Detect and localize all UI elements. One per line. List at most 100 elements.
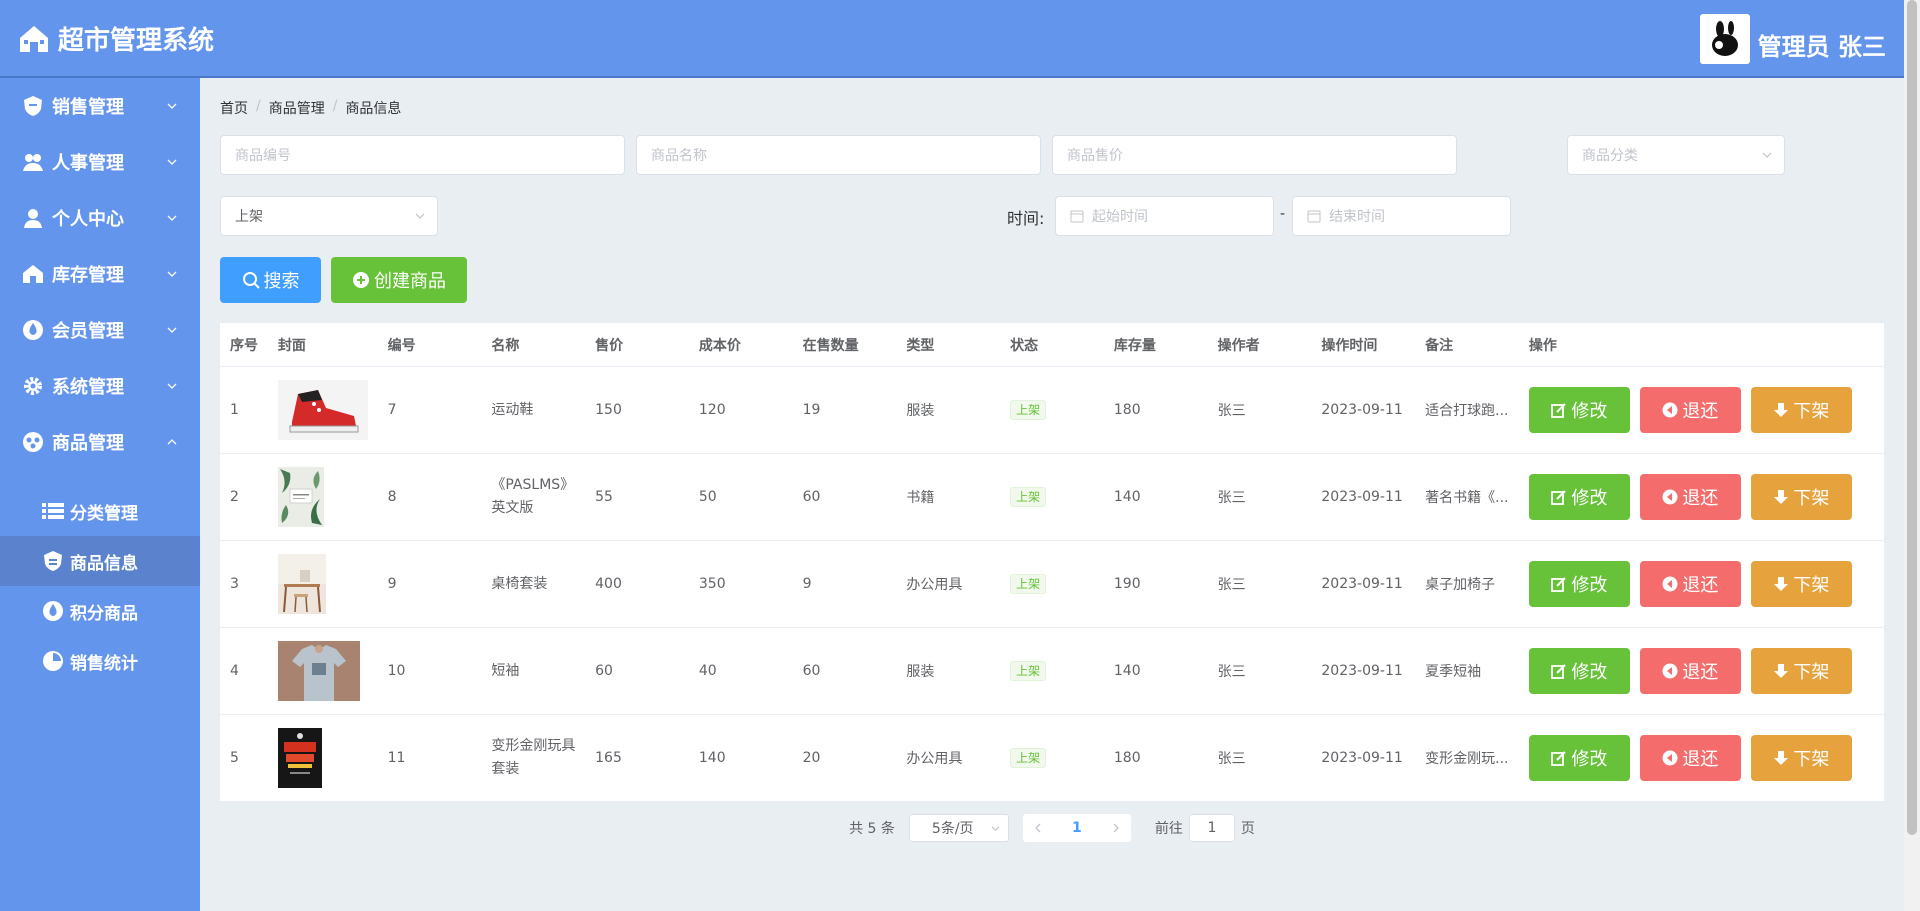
cell-status: 上架 [1000, 661, 1104, 681]
calendar-icon [1307, 210, 1321, 223]
start-time-picker[interactable]: 起始时间 [1055, 196, 1274, 236]
time-label: 时间: [1007, 209, 1045, 228]
submenu-item-points-goods[interactable]: 积分商品 [0, 586, 200, 636]
cell-index: 2 [230, 489, 239, 505]
next-page-button[interactable] [1101, 814, 1131, 842]
cell-index: 5 [230, 750, 239, 766]
date-range-dash: - [1280, 206, 1286, 222]
cell-operator: 张三 [1217, 751, 1246, 767]
cell-note: 适合打球跑... [1415, 400, 1519, 420]
calendar-icon [1070, 210, 1084, 223]
edit-button[interactable]: 修改 [1528, 387, 1630, 433]
goods-name-input[interactable]: 商品名称 [636, 135, 1041, 175]
sidebar-item-goods[interactable]: 商品管理 [0, 414, 200, 470]
cell-type: 办公用具 [906, 577, 963, 593]
status-badge: 上架 [1010, 574, 1047, 594]
col-header: 状态 [1010, 337, 1039, 354]
sidebar-item-members[interactable]: 会员管理 [0, 302, 200, 358]
cell-cover [268, 554, 378, 614]
off-shelf-button[interactable]: 下架 [1750, 474, 1852, 520]
avatar-icon [1711, 21, 1738, 56]
return-button[interactable]: 退还 [1639, 735, 1741, 781]
edit-button[interactable]: 修改 [1528, 474, 1630, 520]
submenu-item-sales-stats[interactable]: 销售统计 [0, 636, 200, 686]
return-button[interactable]: 退还 [1639, 648, 1741, 694]
goto-page-input[interactable]: 1 [1188, 814, 1235, 842]
pagination: 共 5 条 5条/页 1 前往 1 页 [220, 814, 1884, 842]
create-goods-button-label: 创建商品 [374, 271, 446, 292]
col-header: 编号 [387, 337, 416, 354]
return-button-label: 退还 [1682, 401, 1719, 422]
cell-cost: 120 [698, 402, 726, 418]
breadcrumb-home[interactable]: 首页 [220, 98, 248, 118]
chevron-up-icon [167, 439, 177, 445]
col-header: 类型 [906, 337, 935, 354]
row-actions: 修改 退还 下架 [1528, 474, 1884, 520]
cell-time: 2023-09-11 [1321, 489, 1403, 505]
prev-page-button[interactable] [1023, 814, 1053, 842]
page-size-value: 5条/页 [931, 821, 974, 837]
col-header: 成本价 [698, 337, 741, 354]
edit-button-label: 修改 [1571, 749, 1608, 770]
page-size-select[interactable]: 5条/页 [908, 814, 1009, 842]
return-button[interactable]: 退还 [1639, 561, 1741, 607]
status-select[interactable]: 上架 [220, 196, 438, 236]
col-header: 操作者 [1217, 337, 1260, 354]
shield-icon [20, 93, 46, 119]
edit-button-label: 修改 [1571, 401, 1608, 422]
page-number-current[interactable]: 1 [1053, 820, 1101, 836]
breadcrumb-goods[interactable]: 商品管理 [269, 98, 325, 118]
sidebar-item-hr[interactable]: 人事管理 [0, 134, 200, 190]
avatar[interactable] [1699, 14, 1750, 64]
sidebar-item-label: 库存管理 [52, 265, 124, 286]
submenu-item-categories[interactable]: 分类管理 [0, 486, 200, 536]
scrollbar-thumb[interactable] [1907, 0, 1917, 835]
cell-cost: 50 [698, 489, 717, 505]
edit-button[interactable]: 修改 [1528, 561, 1630, 607]
cell-stock: 180 [1113, 750, 1141, 766]
note-text: 著名书籍《... [1425, 490, 1509, 506]
submenu-item-goods-info[interactable]: 商品信息 [0, 536, 200, 586]
category-select-placeholder: 商品分类 [1582, 148, 1638, 164]
return-button[interactable]: 退还 [1639, 387, 1741, 433]
goods-price-input[interactable]: 商品售价 [1052, 135, 1457, 175]
off-shelf-button[interactable]: 下架 [1750, 735, 1852, 781]
end-time-placeholder: 结束时间 [1329, 209, 1385, 225]
arrow-down-icon [1774, 751, 1789, 765]
note-text: 变形金刚玩... [1425, 751, 1509, 767]
sidebar-item-system[interactable]: 系统管理 [0, 358, 200, 414]
cell-type: 书籍 [906, 490, 935, 506]
cell-status: 上架 [1000, 748, 1104, 768]
chart-icon [40, 648, 66, 674]
cell-cover [268, 728, 378, 788]
edit-button[interactable]: 修改 [1528, 648, 1630, 694]
search-icon [242, 272, 260, 289]
category-select[interactable]: 商品分类 [1567, 135, 1785, 175]
off-shelf-button[interactable]: 下架 [1750, 561, 1852, 607]
cell-stock: 190 [1113, 576, 1141, 592]
arrow-left-circle-icon [1662, 402, 1678, 418]
sidebar-item-sales[interactable]: 销售管理 [0, 78, 200, 134]
sidebar-item-profile[interactable]: 个人中心 [0, 190, 200, 246]
cell-type: 服装 [906, 664, 935, 680]
sidebar-item-inventory[interactable]: 库存管理 [0, 246, 200, 302]
off-shelf-button[interactable]: 下架 [1750, 648, 1852, 694]
off-shelf-button[interactable]: 下架 [1750, 387, 1852, 433]
user-box[interactable]: 管理员 张三 [1699, 14, 1886, 64]
cell-on-sale: 60 [802, 489, 821, 505]
scrollbar[interactable] [1904, 0, 1920, 911]
return-button[interactable]: 退还 [1639, 474, 1741, 520]
search-button-label: 搜索 [263, 271, 300, 292]
create-goods-button[interactable]: 创建商品 [331, 257, 467, 303]
edit-icon [1551, 664, 1567, 679]
goods-code-input[interactable]: 商品编号 [220, 135, 625, 175]
return-button-label: 退还 [1682, 662, 1719, 683]
edit-icon [1551, 490, 1567, 505]
sidebar: 销售管理 人事管理 个人中心 库存管理 会员管理 系统管理 商品管理 分类管理 … [0, 78, 200, 911]
cell-on-sale: 19 [802, 402, 821, 418]
edit-button[interactable]: 修改 [1528, 735, 1630, 781]
table-header: 序号 封面 编号 名称 售价 成本价 在售数量 类型 状态 库存量 操作者 操作… [220, 323, 1884, 367]
end-time-picker[interactable]: 结束时间 [1292, 196, 1511, 236]
search-button[interactable]: 搜索 [220, 257, 321, 303]
note-text: 夏季短袖 [1425, 664, 1482, 680]
